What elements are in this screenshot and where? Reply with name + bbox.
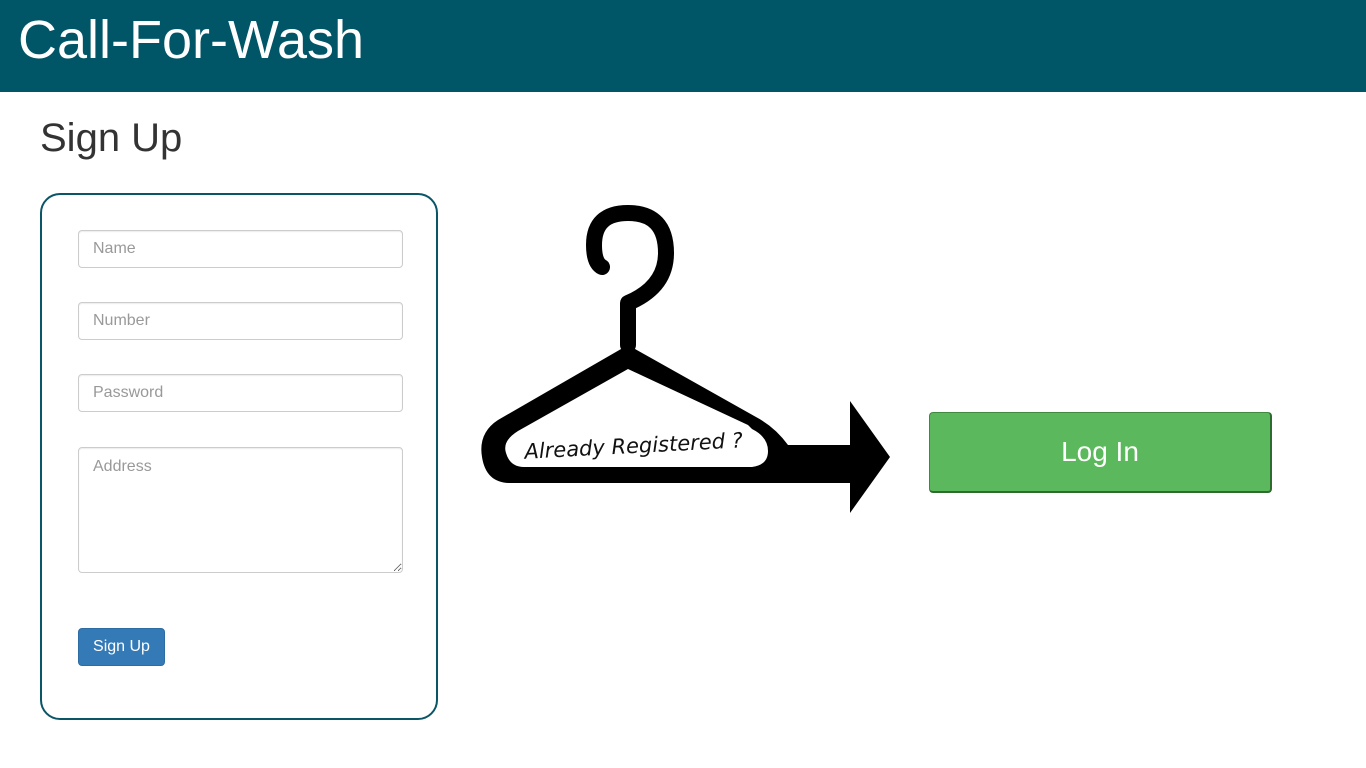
signup-form-card: Sign Up xyxy=(40,193,438,720)
name-input[interactable] xyxy=(78,230,403,268)
page-title: Sign Up xyxy=(40,116,183,160)
number-input[interactable] xyxy=(78,302,403,340)
top-navbar: Call-For-Wash xyxy=(0,0,1366,92)
address-textarea[interactable] xyxy=(78,447,403,573)
clothes-hanger-arrow-icon: Already Registered ? xyxy=(481,205,890,513)
already-registered-illustration: Already Registered ? xyxy=(470,205,900,525)
brand-title[interactable]: Call-For-Wash xyxy=(18,8,364,72)
login-button[interactable]: Log In xyxy=(929,412,1272,493)
signup-button[interactable]: Sign Up xyxy=(78,628,165,666)
password-input[interactable] xyxy=(78,374,403,412)
